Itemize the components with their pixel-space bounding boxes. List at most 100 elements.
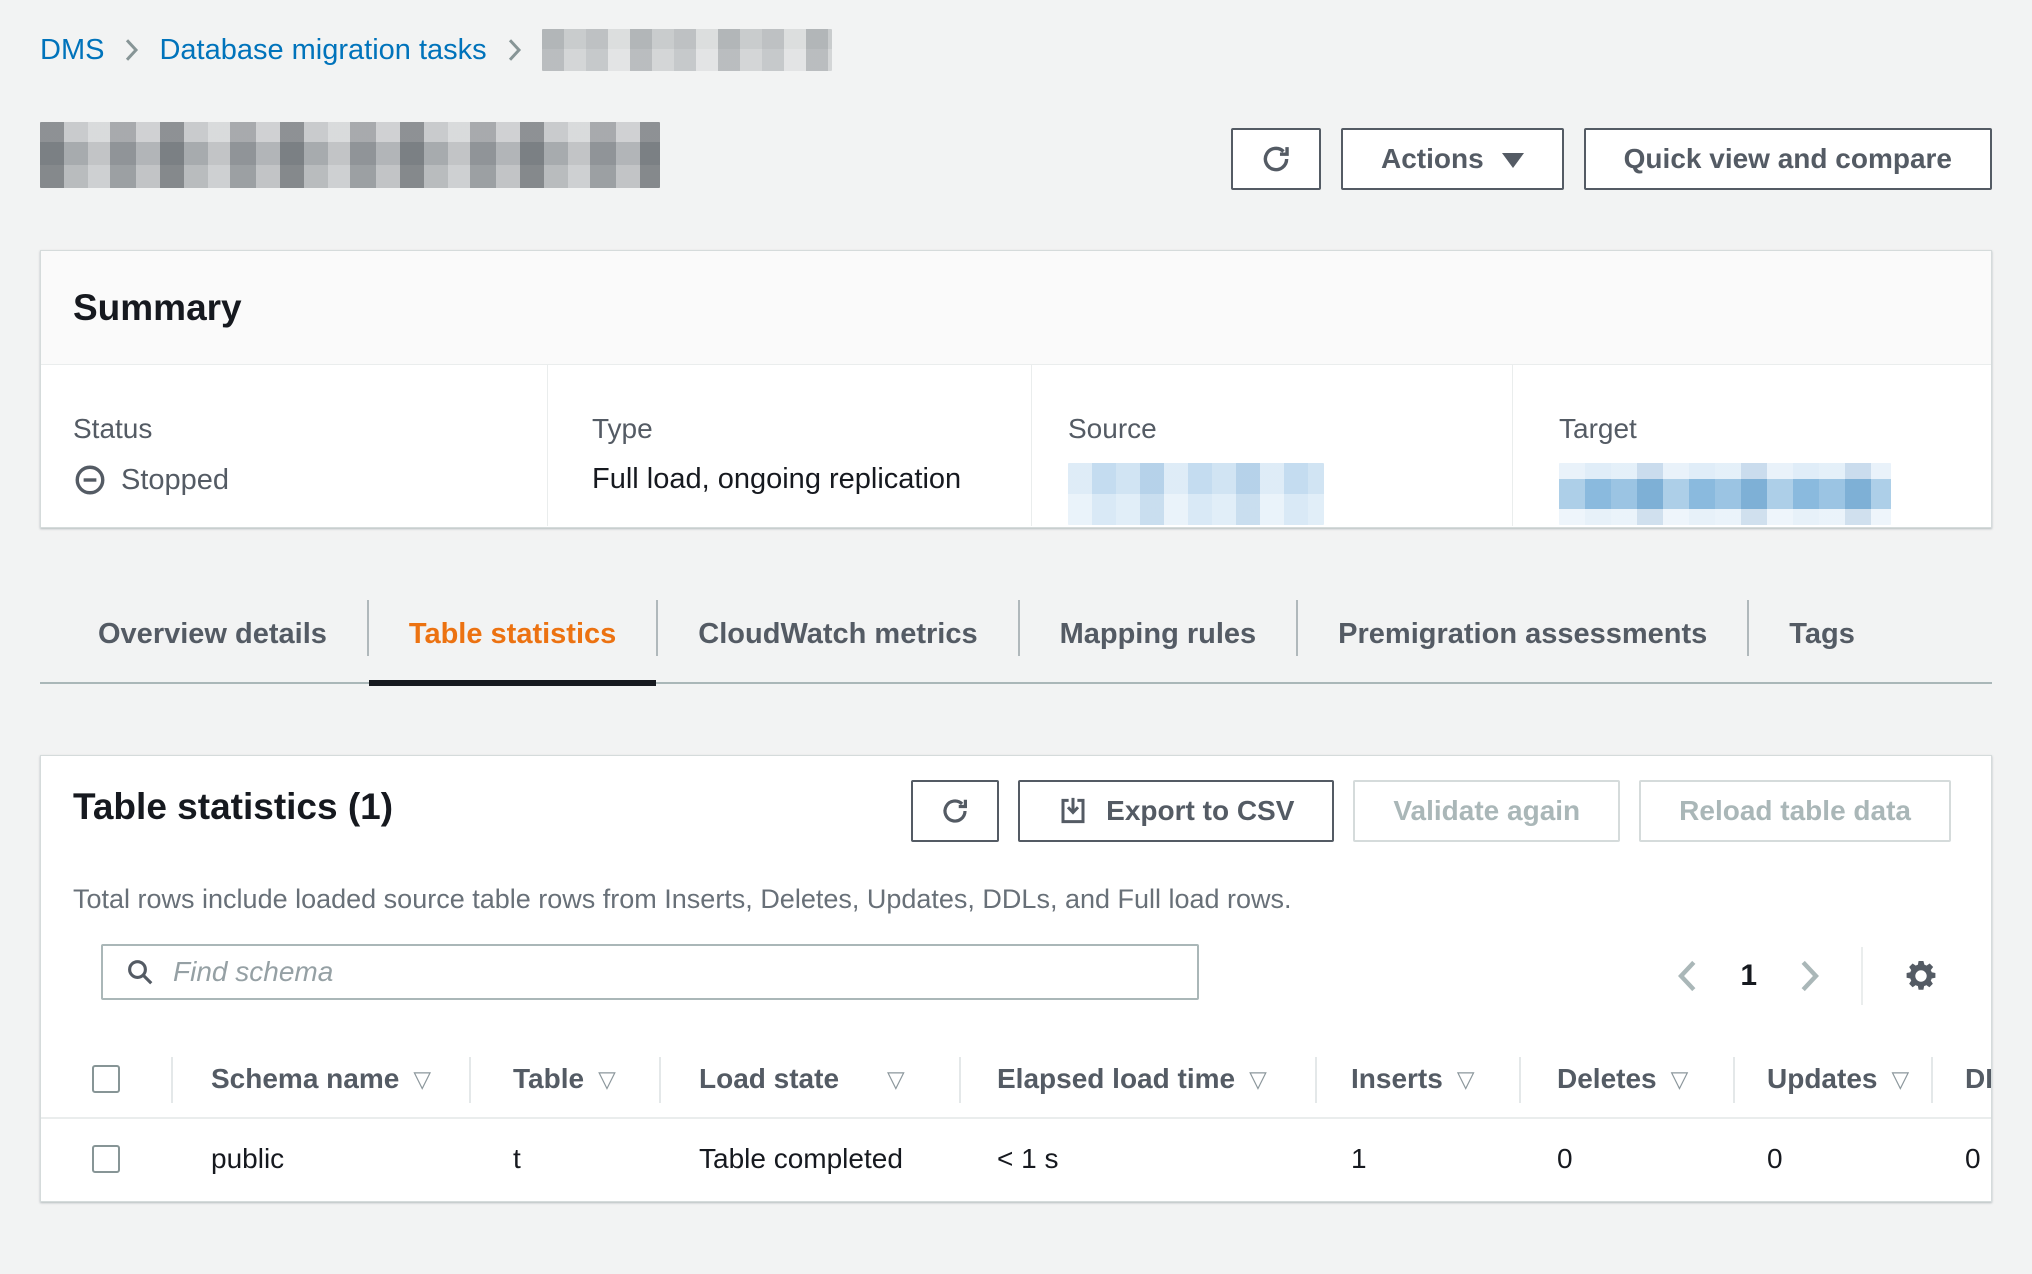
table-settings-gear-icon[interactable] — [1903, 958, 1939, 994]
tab-overview-details[interactable]: Overview details — [58, 600, 367, 682]
header-cell-inserts[interactable]: Inserts ▽ — [1315, 1041, 1519, 1117]
table-statistics-description: Total rows include loaded source table r… — [73, 884, 1292, 915]
breadcrumb-link-dms[interactable]: DMS — [40, 34, 104, 67]
reload-table-data-label: Reload table data — [1679, 795, 1911, 827]
sort-icon[interactable]: ▽ — [1457, 1066, 1475, 1093]
column-label: Inserts — [1351, 1063, 1443, 1095]
header-cell-deletes[interactable]: Deletes ▽ — [1519, 1041, 1733, 1117]
summary-status-field: Status Stopped — [41, 365, 547, 526]
export-csv-label: Export to CSV — [1106, 795, 1294, 827]
previous-page-button[interactable] — [1676, 959, 1698, 993]
table-statistics-panel: Table statistics (1) — [40, 755, 1992, 1202]
task-detail-tabs: Overview details Table statistics CloudW… — [40, 600, 1992, 684]
header-cell-updates[interactable]: Updates ▽ — [1733, 1041, 1931, 1117]
header-cell-schema-name[interactable]: Schema name ▽ — [171, 1041, 469, 1117]
sort-icon[interactable]: ▽ — [1891, 1066, 1909, 1093]
table-statistics-title: Table statistics (1) — [73, 786, 393, 828]
sort-icon[interactable]: ▽ — [887, 1066, 905, 1093]
sort-icon[interactable]: ▽ — [1249, 1066, 1267, 1093]
summary-body: Status Stopped Type Full load, ongoing r… — [41, 365, 1991, 526]
schema-search-input[interactable] — [173, 946, 1197, 998]
row-cell-table: t — [469, 1119, 659, 1199]
summary-panel: Summary Status Stopped Type Full load, o… — [40, 250, 1992, 528]
pagination-divider — [1861, 947, 1863, 1005]
select-all-checkbox[interactable] — [92, 1065, 120, 1093]
status-text: Stopped — [121, 464, 229, 497]
column-label: Deletes — [1557, 1063, 1657, 1095]
task-actions-toolbar: Actions Quick view and compare — [1231, 128, 1992, 190]
refresh-icon — [939, 795, 971, 827]
pagination: 1 — [1676, 948, 1939, 1004]
table-statistics-table: Schema name ▽ Table ▽ Load state ▽ Elapsed … — [41, 1041, 1992, 1199]
column-label: Load state — [699, 1063, 839, 1095]
summary-title: Summary — [73, 287, 242, 329]
current-page-number[interactable]: 1 — [1732, 959, 1765, 993]
summary-target-field: Target — [1512, 365, 1991, 526]
header-cell-ddls[interactable]: DDLs▽ — [1931, 1041, 1992, 1117]
table-row[interactable]: public t Table completed < 1 s 1 0 0 0 — [41, 1119, 1992, 1199]
header-cell-table[interactable]: Table ▽ — [469, 1041, 659, 1117]
reload-table-data-button[interactable]: Reload table data — [1639, 780, 1951, 842]
row-cell-schema-name: public — [171, 1119, 469, 1199]
summary-source-field: Source — [1031, 365, 1512, 526]
status-value: Stopped — [73, 463, 547, 497]
caret-down-icon — [1502, 153, 1524, 168]
tab-tags[interactable]: Tags — [1749, 600, 1895, 682]
dms-task-page: DMS Database migration tasks Actions Qui… — [0, 0, 2032, 1274]
column-label: Table — [513, 1063, 584, 1095]
stopped-status-icon — [73, 463, 107, 497]
column-label: Updates — [1767, 1063, 1877, 1095]
quick-view-compare-button[interactable]: Quick view and compare — [1584, 128, 1992, 190]
export-download-icon — [1058, 796, 1088, 826]
quick-view-compare-label: Quick view and compare — [1624, 143, 1952, 175]
target-label: Target — [1559, 413, 1991, 445]
chevron-right-icon — [124, 37, 139, 63]
schema-search-box — [101, 944, 1199, 1000]
validate-again-label: Validate again — [1393, 795, 1580, 827]
header-cell-load-state[interactable]: Load state ▽ — [659, 1041, 959, 1117]
breadcrumb: DMS Database migration tasks — [40, 28, 832, 72]
search-icon — [125, 957, 155, 987]
status-label: Status — [73, 413, 547, 445]
next-page-button[interactable] — [1799, 959, 1821, 993]
row-cell-elapsed-load-time: < 1 s — [959, 1119, 1315, 1199]
tab-mapping-rules[interactable]: Mapping rules — [1020, 600, 1297, 682]
chevron-right-icon — [507, 37, 522, 63]
row-cell-inserts: 1 — [1315, 1119, 1519, 1199]
actions-button[interactable]: Actions — [1341, 128, 1564, 190]
row-checkbox[interactable] — [92, 1145, 120, 1173]
column-label: Schema name — [211, 1063, 399, 1095]
redacted-breadcrumb-task-name — [542, 29, 832, 71]
redacted-target-endpoint — [1559, 463, 1891, 525]
sort-icon[interactable]: ▽ — [1671, 1066, 1689, 1093]
column-label: Elapsed load time — [997, 1063, 1235, 1095]
type-label: Type — [592, 413, 1031, 445]
sort-icon[interactable]: ▽ — [413, 1066, 431, 1093]
column-label: DDLs — [1965, 1063, 1992, 1095]
validate-again-button[interactable]: Validate again — [1353, 780, 1620, 842]
row-cell-updates: 0 — [1733, 1119, 1931, 1199]
tab-premigration-assessments[interactable]: Premigration assessments — [1298, 600, 1747, 682]
redacted-page-title — [40, 122, 660, 188]
export-csv-button[interactable]: Export to CSV — [1018, 780, 1334, 842]
refresh-button[interactable] — [1231, 128, 1321, 190]
sort-icon[interactable]: ▽ — [598, 1066, 616, 1093]
summary-header: Summary — [41, 251, 1991, 365]
actions-button-label: Actions — [1381, 143, 1484, 175]
breadcrumb-link-tasks[interactable]: Database migration tasks — [159, 34, 486, 67]
row-cell-deletes: 0 — [1519, 1119, 1733, 1199]
header-cell-elapsed-load-time[interactable]: Elapsed load time ▽ — [959, 1041, 1315, 1117]
table-header-row: Schema name ▽ Table ▽ Load state ▽ Elapsed … — [41, 1041, 1992, 1119]
tab-cloudwatch-metrics[interactable]: CloudWatch metrics — [658, 600, 1017, 682]
table-statistics-toolbar: Export to CSV Validate again Reload tabl… — [911, 780, 1951, 842]
row-cell-ddls: 0 — [1931, 1119, 1992, 1199]
table-refresh-button[interactable] — [911, 780, 999, 842]
type-value: Full load, ongoing replication — [592, 463, 1031, 496]
row-cell-load-state: Table completed — [659, 1119, 959, 1199]
row-cell-checkbox — [41, 1119, 171, 1199]
tab-table-statistics[interactable]: Table statistics — [369, 600, 656, 682]
source-label: Source — [1068, 413, 1512, 445]
redacted-source-endpoint — [1068, 463, 1324, 525]
summary-type-field: Type Full load, ongoing replication — [547, 365, 1031, 526]
header-cell-checkbox — [41, 1041, 171, 1117]
